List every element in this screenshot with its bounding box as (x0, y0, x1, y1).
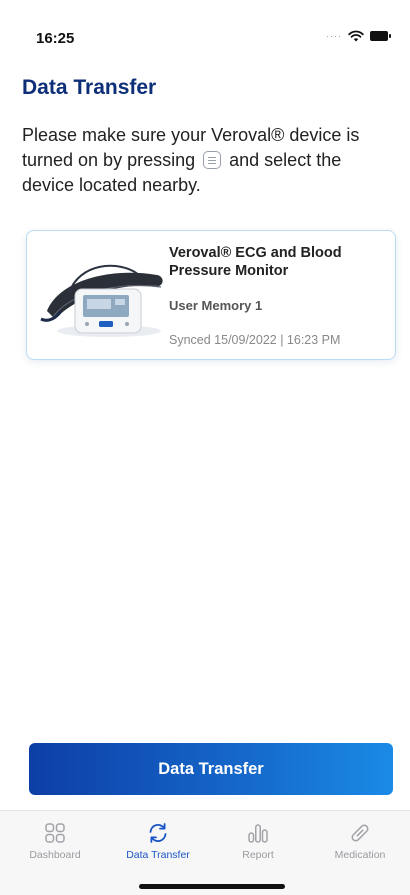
status-time: 16:25 (36, 30, 75, 47)
tab-data-transfer[interactable]: Data Transfer (108, 811, 208, 861)
bottom-tab-bar: Dashboard Data Transfer Report Medicatio… (0, 810, 410, 895)
tab-report-label: Report (242, 849, 274, 861)
tab-data-transfer-label: Data Transfer (126, 849, 190, 861)
status-icons: ···· (326, 30, 391, 42)
cellular-signal-icon: ···· (326, 31, 342, 41)
pill-icon (351, 824, 369, 842)
device-name: Veroval® ECG and Blood Pressure Monitor (169, 245, 342, 279)
home-indicator (139, 884, 285, 889)
instruction-text: Please make sure your Veroval® device is… (22, 123, 382, 198)
status-bar: 16:25 ···· (0, 0, 410, 60)
tab-dashboard[interactable]: Dashboard (5, 811, 105, 861)
device-memory: User Memory 1 (169, 298, 263, 313)
device-card[interactable]: Veroval® ECG and Blood Pressure Monitor … (26, 230, 396, 360)
data-transfer-button[interactable]: Data Transfer (29, 743, 393, 795)
wifi-icon (348, 30, 364, 42)
page-title: Data Transfer (22, 76, 157, 99)
menu-button-icon (203, 151, 222, 169)
tab-medication-label: Medication (334, 849, 386, 861)
battery-icon (370, 31, 391, 41)
tab-medication[interactable]: Medication (310, 811, 410, 861)
blood-pressure-monitor-image (40, 264, 163, 337)
dashboard-grid-icon (45, 823, 65, 843)
device-sync-status: Synced 15/09/2022 | 16:23 PM (169, 333, 341, 347)
tab-dashboard-label: Dashboard (29, 849, 81, 861)
sync-icon (149, 823, 167, 843)
bar-chart-icon (248, 824, 268, 843)
tab-report[interactable]: Report (208, 811, 308, 861)
